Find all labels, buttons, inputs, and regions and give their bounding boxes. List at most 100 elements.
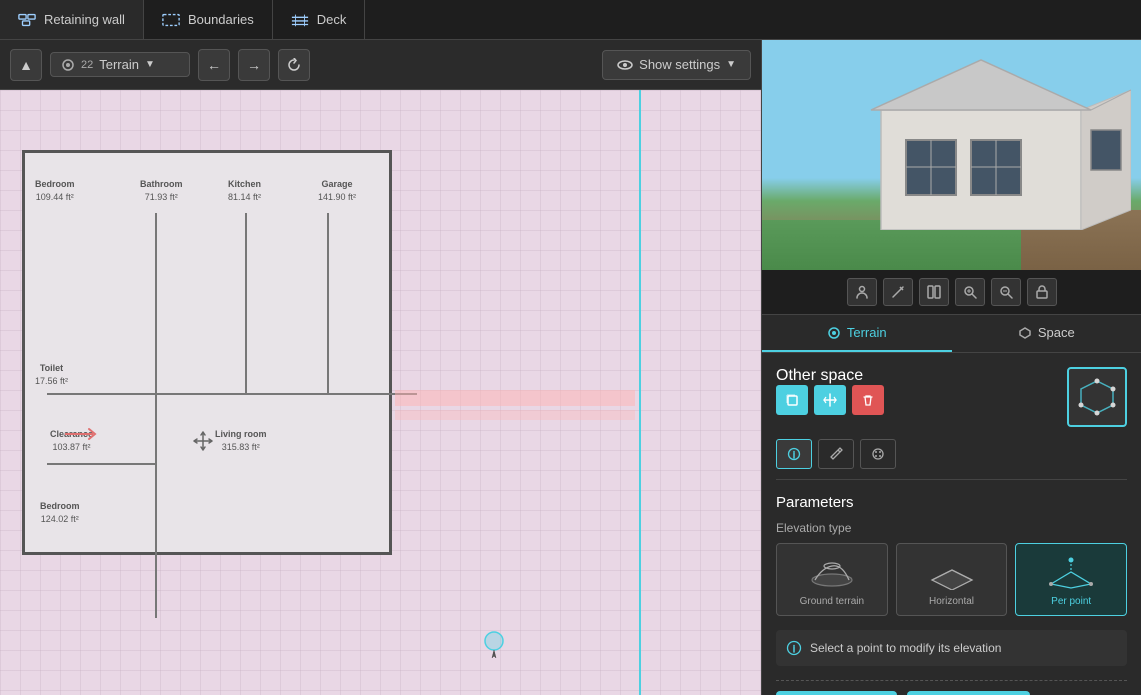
- info-icon: [787, 447, 801, 461]
- tab-retaining-wall-label: Retaining wall: [44, 12, 125, 27]
- redo-btn[interactable]: →: [238, 49, 270, 81]
- layout-btn[interactable]: [919, 278, 949, 306]
- other-space-header: Other space: [776, 367, 1127, 427]
- panel-content: Other space: [762, 353, 1141, 695]
- main-layout: ▲ 22 Terrain ▼ ← →: [0, 40, 1141, 695]
- boundary-line: [639, 90, 641, 695]
- tab-deck-label: Deck: [317, 12, 347, 27]
- canvas-area: ▲ 22 Terrain ▼ ← →: [0, 40, 761, 695]
- terrain-num: 22: [81, 59, 93, 71]
- palette-sub-tab[interactable]: [860, 439, 896, 469]
- horizontal-icon: [927, 552, 977, 590]
- toolbar: ▲ 22 Terrain ▼ ← →: [0, 40, 761, 90]
- space-tab[interactable]: Space: [952, 315, 1141, 352]
- tab-boundaries[interactable]: Boundaries: [144, 0, 273, 39]
- show-settings-chevron: ▼: [726, 59, 736, 70]
- ground-terrain-label: Ground terrain: [800, 596, 864, 607]
- delete-icon: [862, 394, 874, 406]
- horizontal-label: Horizontal: [929, 596, 974, 607]
- highlight-strip2: [395, 410, 635, 420]
- horizontal-btn[interactable]: Horizontal: [896, 543, 1008, 616]
- edge-buttons: Curved edges Straight edges: [776, 691, 1127, 695]
- person-icon: [855, 285, 869, 299]
- info-text: Select a point to modify its elevation: [810, 641, 1001, 655]
- shape-preview-svg: [1075, 375, 1119, 419]
- flip-icon: [823, 393, 837, 407]
- tab-boundaries-label: Boundaries: [188, 12, 254, 27]
- cursor-indicator: [483, 630, 505, 658]
- other-space-title: Other space: [776, 367, 884, 385]
- direction-arrow: [65, 427, 97, 444]
- pencil-icon: [829, 447, 843, 461]
- tab-deck[interactable]: Deck: [273, 0, 366, 39]
- per-point-btn[interactable]: Per point: [1015, 543, 1127, 616]
- building: [22, 150, 392, 555]
- room-bedroom1: Bedroom 109.44 ft²: [35, 178, 75, 203]
- divider: [776, 680, 1127, 681]
- wall-icon: [18, 13, 36, 27]
- space-action-buttons: [776, 385, 884, 415]
- house-svg: [851, 50, 1131, 230]
- room-bathroom: Bathroom 71.93 ft²: [140, 178, 183, 203]
- undo-btn[interactable]: ←: [198, 49, 230, 81]
- ground-terrain-icon: [807, 552, 857, 590]
- space-shape-preview: [1067, 367, 1127, 427]
- info-circle-icon: [786, 640, 802, 656]
- panel-icon-toolbar: [762, 270, 1141, 315]
- boundaries-icon: [162, 13, 180, 27]
- floor-plan[interactable]: Bedroom 109.44 ft² Bathroom 71.93 ft² Ki…: [0, 90, 761, 695]
- copy-icon: [785, 393, 799, 407]
- eye-icon: [617, 57, 633, 73]
- edit-shape-icon: [891, 285, 905, 299]
- straight-edges-btn[interactable]: Straight edges: [907, 691, 1030, 695]
- tab-retaining-wall[interactable]: Retaining wall: [0, 0, 144, 39]
- terrain-selector-label: Terrain: [99, 57, 139, 72]
- delete-btn[interactable]: [852, 385, 884, 415]
- lock-icon: [1036, 285, 1048, 299]
- zoom-in-btn[interactable]: [955, 278, 985, 306]
- right-panel: Terrain Space Other space: [761, 40, 1141, 695]
- space-tab-icon: [1018, 326, 1032, 340]
- room-living: Living room 315.83 ft²: [215, 428, 267, 453]
- terrain-tab-icon: [827, 326, 841, 340]
- elevation-type-label: Elevation type: [776, 521, 1127, 535]
- zoom-in-icon: [963, 285, 977, 299]
- space-tab-label: Space: [1038, 325, 1075, 340]
- house-preview: [851, 50, 1131, 230]
- terrain-selector[interactable]: 22 Terrain ▼: [50, 52, 190, 77]
- flip-btn[interactable]: [814, 385, 846, 415]
- 3d-preview: [762, 40, 1141, 270]
- room-kitchen: Kitchen 81.14 ft²: [228, 178, 261, 203]
- refresh-btn[interactable]: [278, 49, 310, 81]
- deck-icon: [291, 13, 309, 27]
- info-sub-tab[interactable]: [776, 439, 812, 469]
- room-divider-h1: [47, 393, 417, 395]
- side-tabs: Terrain Space: [762, 315, 1141, 353]
- room-divider-v2: [245, 213, 247, 393]
- palette-icon: [871, 447, 885, 461]
- show-settings-label: Show settings: [639, 57, 720, 72]
- edit-shape-btn[interactable]: [883, 278, 913, 306]
- ground-terrain-btn[interactable]: Ground terrain: [776, 543, 888, 616]
- per-point-icon: [1046, 552, 1096, 590]
- move-arrows: [192, 430, 214, 457]
- per-point-label: Per point: [1051, 596, 1091, 607]
- room-divider-v1: [155, 213, 157, 393]
- curved-edges-btn[interactable]: Curved edges: [776, 691, 897, 695]
- zoom-out-btn[interactable]: [991, 278, 1021, 306]
- elevation-info-box: Select a point to modify its elevation: [776, 630, 1127, 666]
- terrain-tab[interactable]: Terrain: [762, 315, 952, 352]
- up-arrow-btn[interactable]: ▲: [10, 49, 42, 81]
- edit-sub-tab[interactable]: [818, 439, 854, 469]
- copy-btn[interactable]: [776, 385, 808, 415]
- room-divider-h2: [47, 463, 157, 465]
- tab-bar: Retaining wall Boundaries Deck: [0, 0, 1141, 40]
- room-bedroom2: Bedroom 124.02 ft²: [40, 500, 80, 525]
- room-garage: Garage 141.90 ft²: [318, 178, 356, 203]
- layout-icon: [927, 285, 941, 299]
- room-divider-v3: [327, 213, 329, 393]
- elevation-types: Ground terrain Horizontal: [776, 543, 1127, 616]
- lock-btn[interactable]: [1027, 278, 1057, 306]
- person-icon-btn[interactable]: [847, 278, 877, 306]
- show-settings-btn[interactable]: Show settings ▼: [602, 50, 751, 80]
